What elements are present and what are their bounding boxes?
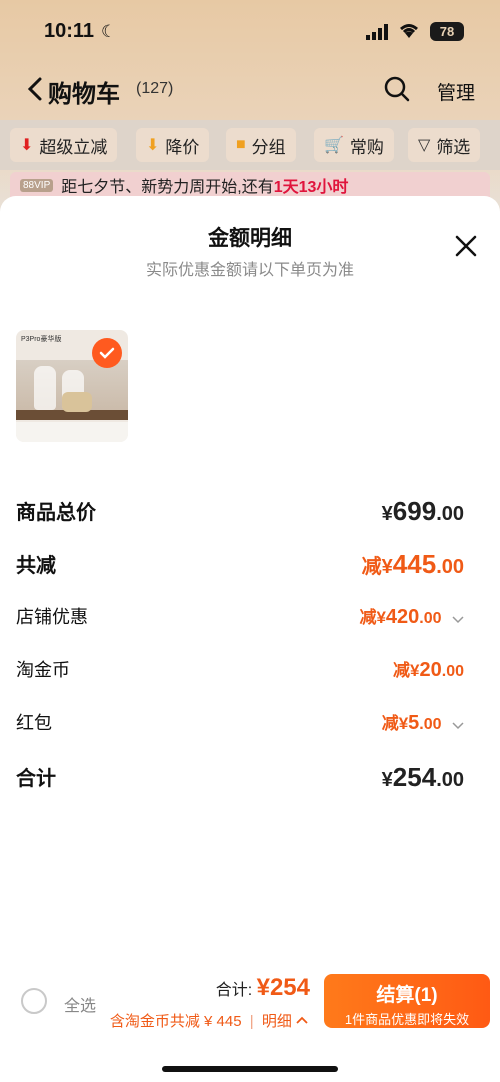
taojinbi-label: 淘金币 bbox=[16, 660, 70, 680]
amount-integer: 699 bbox=[392, 496, 437, 526]
wifi-icon bbox=[400, 24, 418, 38]
bottom-total: 合计: ¥254 bbox=[216, 974, 310, 1002]
battery-indicator: 78 bbox=[430, 22, 464, 41]
checkout-label: 结算(1) bbox=[376, 985, 438, 1006]
signal-icon bbox=[366, 24, 388, 40]
currency-prefix: ¥ bbox=[381, 769, 393, 791]
grand-total-label: 合计 bbox=[16, 768, 56, 790]
home-indicator bbox=[162, 1066, 338, 1072]
total-price-label: 商品总价 bbox=[16, 502, 96, 524]
filter-icon: ▽ bbox=[418, 137, 431, 154]
currency-prefix: ¥ bbox=[381, 503, 393, 525]
page-title: 购物车 bbox=[48, 81, 120, 108]
check-icon[interactable] bbox=[92, 338, 122, 368]
amount-integer: 5 bbox=[408, 712, 420, 734]
back-icon[interactable] bbox=[26, 76, 44, 102]
amount-integer: 420 bbox=[385, 606, 420, 628]
down-arrow-red-icon: ⬇ bbox=[20, 137, 34, 154]
row-taojinbi: 淘金币 减¥20.00 bbox=[16, 656, 464, 686]
chevron-down-icon[interactable] bbox=[452, 614, 464, 624]
row-total-reduction: 共减 减¥445.00 bbox=[16, 549, 464, 579]
amount-decimal: .00 bbox=[419, 610, 442, 627]
red-packet-value: 减¥5.00 bbox=[382, 709, 464, 735]
total-reduction-value: 减¥445.00 bbox=[362, 549, 464, 580]
filter-label: 筛选 bbox=[436, 137, 471, 157]
filter-label: 常购 bbox=[349, 137, 384, 157]
savings-text: 含淘金币共减 ¥ 445 bbox=[109, 1013, 242, 1030]
promo-banner[interactable]: 88VIP 距七夕节、新势力周开始,还有 1天13小时 bbox=[10, 172, 490, 198]
amount-decimal: .00 bbox=[419, 716, 442, 733]
amount-decimal: .00 bbox=[436, 556, 464, 578]
close-icon[interactable] bbox=[452, 232, 480, 260]
amount-integer: 445 bbox=[392, 549, 437, 579]
chevron-down-icon[interactable] bbox=[452, 720, 464, 730]
filter-group[interactable]: ■ 分组 bbox=[226, 128, 296, 162]
select-all-radio[interactable] bbox=[21, 988, 47, 1014]
sheet-title: 金额明细 bbox=[208, 227, 292, 250]
shop-discount-value: 减¥420.00 bbox=[359, 603, 464, 629]
filter-label: 分组 bbox=[251, 137, 286, 157]
bottom-total-label: 合计: bbox=[215, 982, 257, 999]
checkout-subtitle: 1件商品优惠即将失效 bbox=[344, 1012, 470, 1027]
search-icon[interactable] bbox=[384, 76, 410, 102]
manage-button[interactable]: 管理 bbox=[437, 78, 475, 105]
cart-icon: 🛒 bbox=[324, 137, 344, 154]
detail-link[interactable]: 明细 bbox=[262, 1013, 292, 1030]
bottom-total-amount: ¥254 bbox=[256, 974, 310, 1001]
thumb-footer bbox=[16, 422, 128, 442]
thumb-label: P3Pro豪华版 bbox=[21, 336, 62, 343]
amount-decimal: .00 bbox=[436, 503, 464, 525]
folder-icon: ■ bbox=[236, 136, 246, 153]
row-grand-total: 合计 ¥254.00 bbox=[16, 762, 464, 792]
currency-prefix: 减¥ bbox=[361, 556, 393, 578]
currency-prefix: 减¥ bbox=[381, 714, 409, 733]
total-reduction-label: 共减 bbox=[16, 555, 56, 577]
select-all-label[interactable]: 全选 bbox=[64, 992, 96, 1016]
sheet-subtitle: 实际优惠金额请以下单页为准 bbox=[145, 262, 354, 279]
amount-decimal: .00 bbox=[436, 769, 464, 791]
savings-summary[interactable]: 含淘金币共减 ¥ 445 | 明细 bbox=[110, 1010, 308, 1031]
taojinbi-value: 减¥20.00 bbox=[393, 656, 464, 682]
chevron-up-icon[interactable] bbox=[296, 1016, 308, 1026]
filter-label: 超级立减 bbox=[39, 137, 108, 157]
filter-strip: ⬇ 超级立减 ⬇ 降价 ■ 分组 🛒 常购 ▽ 筛选 bbox=[0, 120, 500, 170]
row-red-packet[interactable]: 红包 减¥5.00 bbox=[16, 709, 464, 739]
promo-countdown: 1天13小时 bbox=[273, 179, 349, 196]
amount-decimal: .00 bbox=[441, 663, 464, 680]
currency-prefix: 减¥ bbox=[393, 661, 420, 680]
currency-prefix: 减¥ bbox=[359, 608, 386, 627]
cart-count: (127) bbox=[136, 80, 174, 97]
thumb-basket bbox=[62, 392, 92, 412]
amount-integer: 254 bbox=[392, 762, 437, 792]
red-packet-label: 红包 bbox=[16, 713, 52, 733]
checkout-button[interactable]: 结算(1) 1件商品优惠即将失效 bbox=[324, 974, 490, 1028]
bottom-bar: 全选 合计: ¥254 含淘金币共减 ¥ 445 | 明细 结算(1) 1件商品… bbox=[0, 966, 500, 1082]
amount-integer: 20 bbox=[419, 659, 442, 681]
down-arrow-orange-icon: ⬇ bbox=[146, 137, 160, 154]
row-shop-discount[interactable]: 店铺优惠 减¥420.00 bbox=[16, 603, 464, 633]
status-bar: 10:11 ☾ 78 bbox=[0, 0, 500, 64]
row-total-price: 商品总价 ¥699.00 bbox=[16, 496, 464, 526]
filter-price-drop[interactable]: ⬇ 降价 bbox=[136, 128, 210, 162]
filter-frequent[interactable]: 🛒 常购 bbox=[314, 128, 394, 162]
amount-detail-sheet: 金额明细 实际优惠金额请以下单页为准 P3Pro豪华版 商品总价 ¥699.00… bbox=[0, 196, 500, 1082]
thumb-bottle bbox=[34, 366, 56, 410]
vip-badge: 88VIP bbox=[20, 178, 54, 192]
grand-total-value: ¥254.00 bbox=[382, 762, 464, 793]
filter-super-discount[interactable]: ⬇ 超级立减 bbox=[10, 128, 118, 162]
total-price-value: ¥699.00 bbox=[382, 496, 464, 527]
status-time: 10:11 bbox=[44, 20, 95, 42]
promo-text: 距七夕节、新势力周开始,还有 bbox=[61, 179, 274, 196]
nav-bar: 购物车 (127) 管理 bbox=[0, 66, 500, 114]
divider: | bbox=[249, 1013, 254, 1030]
filter-label: 降价 bbox=[165, 137, 200, 157]
moon-icon: ☾ bbox=[101, 22, 117, 41]
shop-discount-label: 店铺优惠 bbox=[16, 607, 88, 627]
filter-button[interactable]: ▽ 筛选 bbox=[408, 128, 481, 162]
